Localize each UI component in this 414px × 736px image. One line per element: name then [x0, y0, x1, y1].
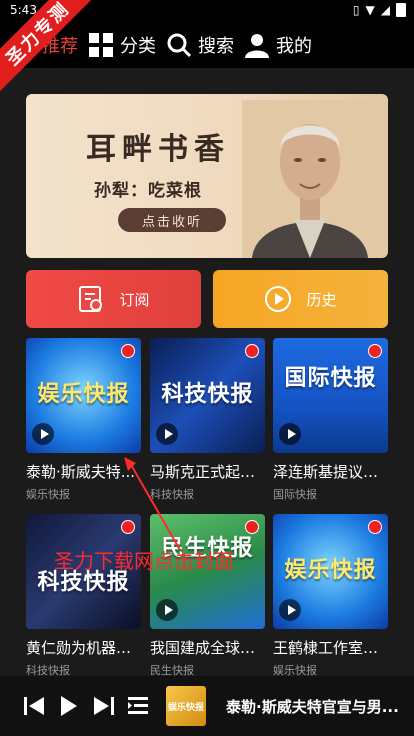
- tab-mine[interactable]: 我的: [244, 22, 312, 68]
- card-title: 我国建成全球最...: [150, 639, 265, 657]
- mini-player: 娱乐快报 泰勒·斯威夫特官宣与男...: [0, 676, 414, 736]
- card-title: 黄仁勋为机器人...: [26, 639, 141, 657]
- play-icon[interactable]: [279, 599, 301, 621]
- card-title: 泽连斯基提议由...: [273, 463, 388, 481]
- tab-search[interactable]: 搜索: [166, 22, 234, 68]
- featured-banner[interactable]: 耳畔书香 孙犁：吃菜根 点击收听: [26, 94, 388, 258]
- card-title: 王鹤棣工作室发...: [273, 639, 388, 657]
- banner-subtitle: 孙犁：吃菜根: [94, 181, 202, 201]
- tab-label: 搜索: [198, 36, 234, 57]
- tab-label: 分类: [120, 36, 156, 57]
- portrait-image: [242, 100, 378, 258]
- news-card[interactable]: 娱乐快报 王鹤棣工作室发... 娱乐快报: [273, 514, 388, 678]
- cover-title: 娱乐快报: [284, 558, 377, 583]
- previous-icon[interactable]: [22, 694, 46, 718]
- search-icon: [167, 33, 192, 58]
- now-playing-title[interactable]: 泰勒·斯威夫特官宣与男...: [226, 696, 406, 717]
- play-icon[interactable]: [156, 599, 178, 621]
- cover-title: 国际快报: [284, 366, 377, 391]
- brand-badge-icon: [368, 520, 382, 534]
- now-playing-cover[interactable]: 娱乐快报: [166, 686, 206, 726]
- card-cover[interactable]: 娱乐快报: [273, 514, 388, 629]
- next-icon[interactable]: [92, 694, 116, 718]
- tab-category[interactable]: 分类: [88, 22, 156, 68]
- card-cover[interactable]: 国际快报: [273, 338, 388, 453]
- watermark-overlay-text: 圣力下载网点击封面: [54, 549, 234, 573]
- wifi-icon: ▼: [365, 3, 375, 17]
- subscribe-button[interactable]: 订阅: [26, 270, 201, 328]
- playlist-icon[interactable]: [126, 694, 150, 718]
- cover-title: 娱乐快报: [37, 382, 130, 407]
- play-icon[interactable]: [56, 694, 80, 718]
- brand-badge-icon: [121, 344, 135, 358]
- play-icon[interactable]: [156, 423, 178, 445]
- tab-label: 我的: [276, 36, 312, 57]
- subscribe-label: 订阅: [119, 290, 150, 309]
- user-icon: [245, 34, 269, 58]
- banner-title: 耳畔书香: [86, 132, 230, 167]
- card-cover[interactable]: 科技快报: [150, 338, 265, 453]
- history-label: 历史: [306, 290, 337, 309]
- play-icon[interactable]: [32, 423, 54, 445]
- battery-icon: [396, 3, 406, 17]
- news-card[interactable]: 国际快报 泽连斯基提议由... 国际快报: [273, 338, 388, 502]
- play-icon[interactable]: [279, 423, 301, 445]
- annotation-arrow-icon: [124, 457, 181, 551]
- grid-icon: [89, 33, 113, 57]
- brand-badge-icon: [368, 344, 382, 358]
- cover-title: 科技快报: [161, 382, 254, 407]
- play-circle-icon: [265, 286, 292, 312]
- brand-badge-icon: [245, 344, 259, 358]
- signal-icon: ◢: [380, 3, 390, 17]
- history-button[interactable]: 历史: [213, 270, 388, 328]
- vibrate-icon: ▯: [352, 3, 360, 17]
- card-category: 国际快报: [273, 488, 317, 501]
- listen-button[interactable]: 点击收听: [118, 208, 226, 232]
- status-icons: ▯ ▼ ◢: [353, 3, 406, 17]
- subscribe-icon: [79, 286, 103, 312]
- card-cover[interactable]: 娱乐快报: [26, 338, 141, 453]
